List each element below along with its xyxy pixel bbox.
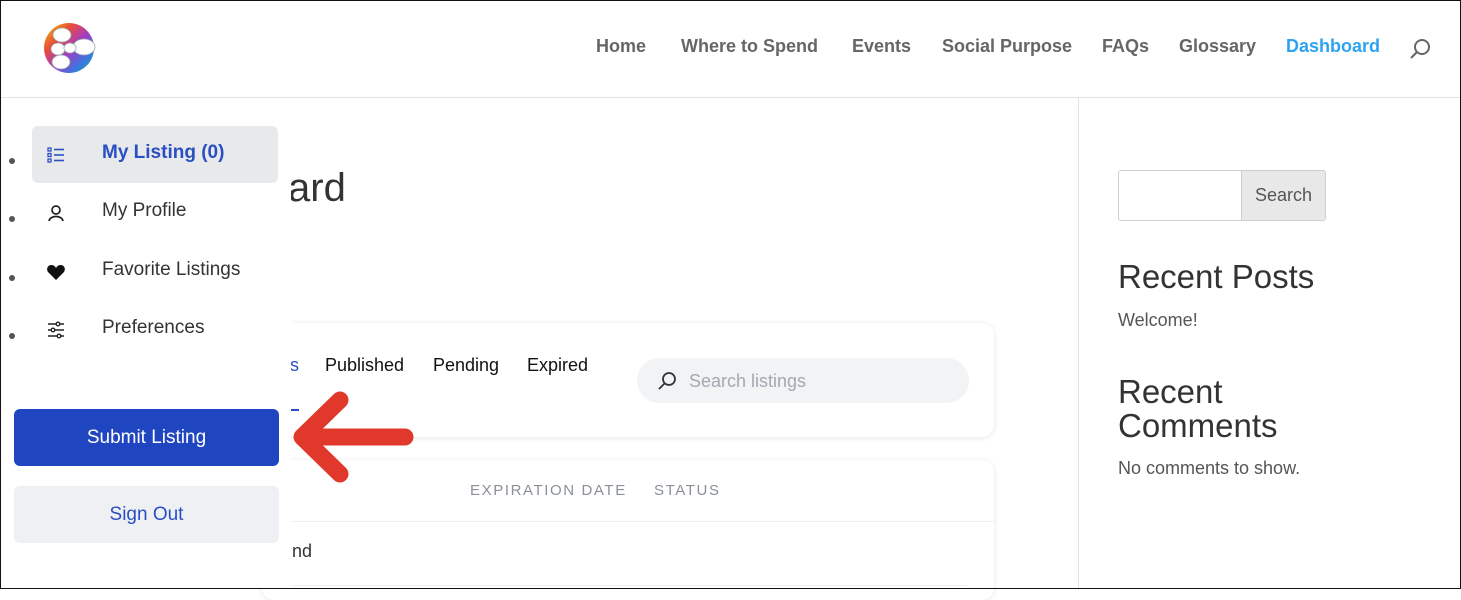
sliders-icon [48, 321, 64, 339]
menu-item-my-profile[interactable]: My Profile [32, 184, 278, 241]
nav-where-to-spend[interactable]: Where to Spend [681, 36, 818, 57]
menu-item-favorite-listings[interactable]: Favorite Listings [32, 243, 278, 300]
sidebar-search-button[interactable]: Search [1241, 170, 1326, 221]
listing-search-box [637, 358, 969, 403]
sign-out-button[interactable]: Sign Out [14, 486, 279, 543]
column-status[interactable]: STATUS [654, 482, 721, 499]
list-bullet [9, 216, 15, 222]
annotation-arrow [293, 391, 414, 483]
sidebar-divider [1078, 98, 1079, 589]
list-bullet [9, 275, 15, 281]
search-icon [658, 372, 676, 390]
main-nav: Home Where to Spend Events Social Purpos… [0, 36, 1461, 60]
menu-item-preferences[interactable]: Preferences [32, 301, 278, 358]
submit-listing-button[interactable]: Submit Listing [14, 409, 279, 466]
menu-item-label: My Profile [102, 200, 187, 221]
recent-posts-title: Recent Posts [1118, 258, 1315, 295]
search-icon[interactable] [1409, 38, 1431, 60]
user-icon [48, 205, 64, 222]
nav-faqs[interactable]: FAQs [1102, 36, 1149, 57]
sidebar-search-input[interactable] [1118, 170, 1242, 221]
nav-glossary[interactable]: Glossary [1179, 36, 1256, 57]
heart-icon [47, 265, 65, 280]
table-header-divider [262, 521, 994, 522]
list-bullet [9, 333, 15, 339]
list-icon [47, 147, 64, 163]
menu-item-label: Preferences [102, 317, 205, 338]
site-header: Home Where to Spend Events Social Purpos… [0, 0, 1461, 98]
page-title: ard [288, 166, 346, 210]
nav-social-purpose[interactable]: Social Purpose [942, 36, 1072, 57]
list-bullet [9, 158, 15, 164]
menu-item-my-listing[interactable]: My Listing (0) [32, 126, 278, 183]
no-comments-text: No comments to show. [1118, 458, 1301, 478]
column-expiration-date[interactable]: EXPIRATION DATE [470, 482, 627, 499]
tab-published[interactable]: Published [325, 355, 404, 376]
table-row-divider [262, 585, 967, 586]
recent-comments-title: Recent Comments [1118, 373, 1278, 444]
listing-search-input[interactable] [687, 368, 951, 394]
recent-post-link[interactable]: Welcome! [1118, 310, 1198, 331]
menu-item-label: Favorite Listings [102, 259, 241, 280]
table-row: nd [292, 541, 313, 561]
nav-events[interactable]: Events [852, 36, 911, 57]
tab-pending[interactable]: Pending [433, 355, 499, 376]
nav-dashboard[interactable]: Dashboard [1286, 36, 1380, 57]
tab-all-listings[interactable]: s [290, 355, 299, 376]
menu-item-label: My Listing (0) [102, 142, 225, 163]
tab-expired[interactable]: Expired [527, 355, 588, 376]
nav-home[interactable]: Home [596, 36, 646, 57]
